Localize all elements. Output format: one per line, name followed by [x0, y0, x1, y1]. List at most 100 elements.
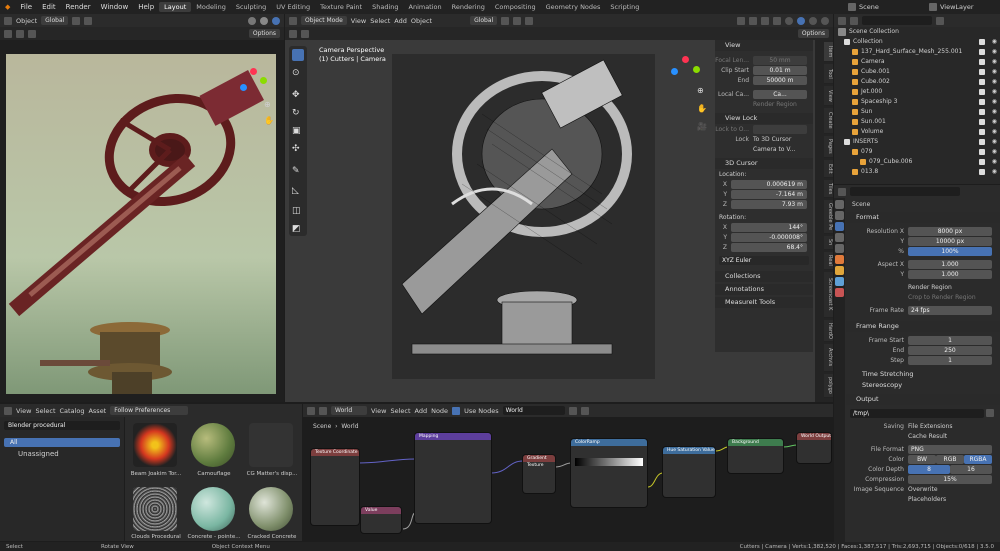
visibility-checkbox[interactable]	[978, 129, 985, 135]
asset-menu-select[interactable]: Select	[35, 407, 55, 415]
res-pct-field[interactable]: 100%	[908, 246, 992, 256]
xray-icon[interactable]	[773, 16, 781, 25]
color-bw-option[interactable]: BW	[908, 454, 936, 464]
snap-icon[interactable]	[513, 16, 522, 25]
asset-thumb-camouflage[interactable]	[191, 423, 235, 467]
node-value[interactable]: Value	[361, 507, 401, 533]
aspect-x-field[interactable]: 1.000	[908, 259, 992, 269]
tab-layout[interactable]: Layout	[159, 2, 192, 12]
cache-result-checkbox[interactable]: Cache Result	[908, 433, 947, 440]
menu-view[interactable]: View	[351, 17, 366, 25]
outliner-item[interactable]: 013.8 ◉	[834, 167, 1000, 177]
node-background[interactable]: Background	[728, 439, 783, 473]
editor-type-icon[interactable]	[289, 16, 297, 25]
eye-icon[interactable]: ◉	[992, 137, 997, 147]
eye-icon[interactable]: ◉	[992, 47, 997, 57]
menu-file[interactable]: File	[15, 3, 37, 11]
annotations-section[interactable]: Annotations	[715, 284, 813, 295]
shading-rendered-icon[interactable]	[821, 16, 829, 25]
node-menu-select[interactable]: Select	[390, 407, 410, 415]
asset-menu-catalog[interactable]: Catalog	[60, 407, 85, 415]
menu-edit[interactable]: Edit	[37, 3, 61, 11]
cursor-y-field[interactable]: -7.164 m	[731, 189, 807, 199]
zoom-icon[interactable]: ⊕	[264, 100, 271, 109]
left-options-button[interactable]: Options	[248, 29, 280, 38]
outliner-item[interactable]: 137_Hard_Surface_Mesh_255.001 ◉	[834, 47, 1000, 57]
measureit-section[interactable]: MeasureIt Tools	[715, 297, 813, 308]
world-datablock[interactable]: World	[502, 406, 565, 415]
fake-user-icon[interactable]	[568, 406, 577, 415]
snap-icon[interactable]	[72, 16, 81, 25]
eye-icon[interactable]: ◉	[992, 57, 997, 67]
select-box-icon[interactable]	[289, 29, 297, 38]
rotation-mode-dropdown[interactable]: XYZ Euler	[719, 255, 809, 265]
stereoscopy-section[interactable]: Stereoscopy	[846, 380, 1000, 391]
color-rgba-option[interactable]: RGBA	[964, 454, 992, 464]
focal-length-field[interactable]: 50 mm	[753, 55, 807, 65]
outliner-item[interactable]: Camera ◉	[834, 57, 1000, 67]
eye-icon[interactable]: ◉	[992, 167, 997, 177]
tab-hardops[interactable]: HardO	[824, 320, 833, 342]
node-mapping[interactable]: Mapping	[415, 433, 491, 523]
tab-create[interactable]: Create	[824, 108, 833, 134]
use-nodes-checkbox-icon[interactable]	[452, 406, 461, 415]
local-camera-field[interactable]: Ca...	[753, 89, 807, 99]
eye-icon[interactable]: ◉	[992, 147, 997, 157]
material-tab-icon[interactable]	[835, 288, 844, 297]
outliner-item[interactable]: Collection ◉	[834, 37, 1000, 47]
node-texture-coordinate[interactable]: Texture Coordinate	[311, 449, 359, 525]
eye-icon[interactable]: ◉	[992, 117, 997, 127]
visibility-checkbox[interactable]	[978, 139, 985, 145]
editor-type-icon[interactable]	[838, 16, 846, 25]
visibility-checkbox[interactable]	[978, 49, 985, 55]
time-stretching-section[interactable]: Time Stretching	[846, 369, 1000, 380]
tab-screencast[interactable]: Screencast K	[824, 272, 833, 318]
view-lock-header[interactable]: View Lock	[715, 113, 813, 124]
editor-type-icon[interactable]	[4, 16, 12, 25]
tab-scripting[interactable]: Scripting	[605, 2, 644, 12]
camera-to-view-checkbox[interactable]: Camera to V...	[753, 146, 795, 153]
depth-8-option[interactable]: 8	[908, 464, 950, 474]
tab-polygoniq[interactable]: polygo	[824, 374, 833, 398]
asset-thumb-cracked-concrete[interactable]	[249, 487, 293, 531]
main-options-button[interactable]: Options	[797, 29, 829, 38]
view-layer-tab-icon[interactable]	[835, 233, 844, 242]
eye-icon[interactable]: ◉	[992, 107, 997, 117]
left-mode[interactable]: Object	[16, 17, 37, 25]
visibility-checkbox[interactable]	[978, 159, 985, 165]
frame-range-section[interactable]: Frame Range	[846, 321, 1000, 332]
cursor-rot-z-field[interactable]: 68.4°	[731, 242, 807, 252]
select-mode-icon[interactable]	[301, 29, 309, 38]
asset-thumb-cgmatter[interactable]	[249, 423, 293, 467]
tab-item[interactable]: Item	[824, 42, 833, 62]
left-render-viewport[interactable]: ⊕ ✋	[0, 40, 284, 402]
folder-icon[interactable]	[986, 409, 994, 417]
editor-type-icon[interactable]	[4, 406, 12, 415]
proportional-icon[interactable]	[84, 16, 93, 25]
lock-to-cursor-checkbox[interactable]: To 3D Cursor	[753, 136, 791, 143]
shading-wire-icon[interactable]	[785, 16, 793, 25]
eye-icon[interactable]: ◉	[992, 77, 997, 87]
clip-start-field[interactable]: 0.01 m	[753, 65, 807, 75]
tab-tiles[interactable]: Tiles	[824, 180, 833, 198]
visibility-checkbox[interactable]	[978, 69, 985, 75]
node-hue-saturation[interactable]: Hue Saturation Value	[663, 447, 715, 497]
color-rgb-option[interactable]: RGB	[936, 454, 964, 464]
select-tool-icon[interactable]	[292, 49, 304, 61]
visibility-checkbox[interactable]	[978, 119, 985, 125]
visibility-checkbox[interactable]	[978, 59, 985, 65]
node-menu-node[interactable]: Node	[431, 407, 448, 415]
menu-select[interactable]: Select	[370, 17, 390, 25]
tool-tab-icon[interactable]	[835, 200, 844, 209]
blender-logo-icon[interactable]: ◆	[0, 3, 15, 11]
visibility-checkbox[interactable]	[978, 39, 985, 45]
shading-rendered-icon[interactable]	[272, 16, 280, 25]
menu-object[interactable]: Object	[411, 17, 432, 25]
select-mode-icon[interactable]	[16, 29, 24, 38]
main-3d-viewport[interactable]: Camera Perspective (1) Cutters | Camera …	[285, 40, 833, 402]
mode-dropdown[interactable]: Object Mode	[301, 16, 347, 25]
placeholders-checkbox[interactable]: Placeholders	[908, 496, 946, 503]
overlay-icon[interactable]	[761, 16, 769, 25]
tab-sculpting[interactable]: Sculpting	[231, 2, 271, 12]
object-tab-icon[interactable]	[835, 266, 844, 275]
